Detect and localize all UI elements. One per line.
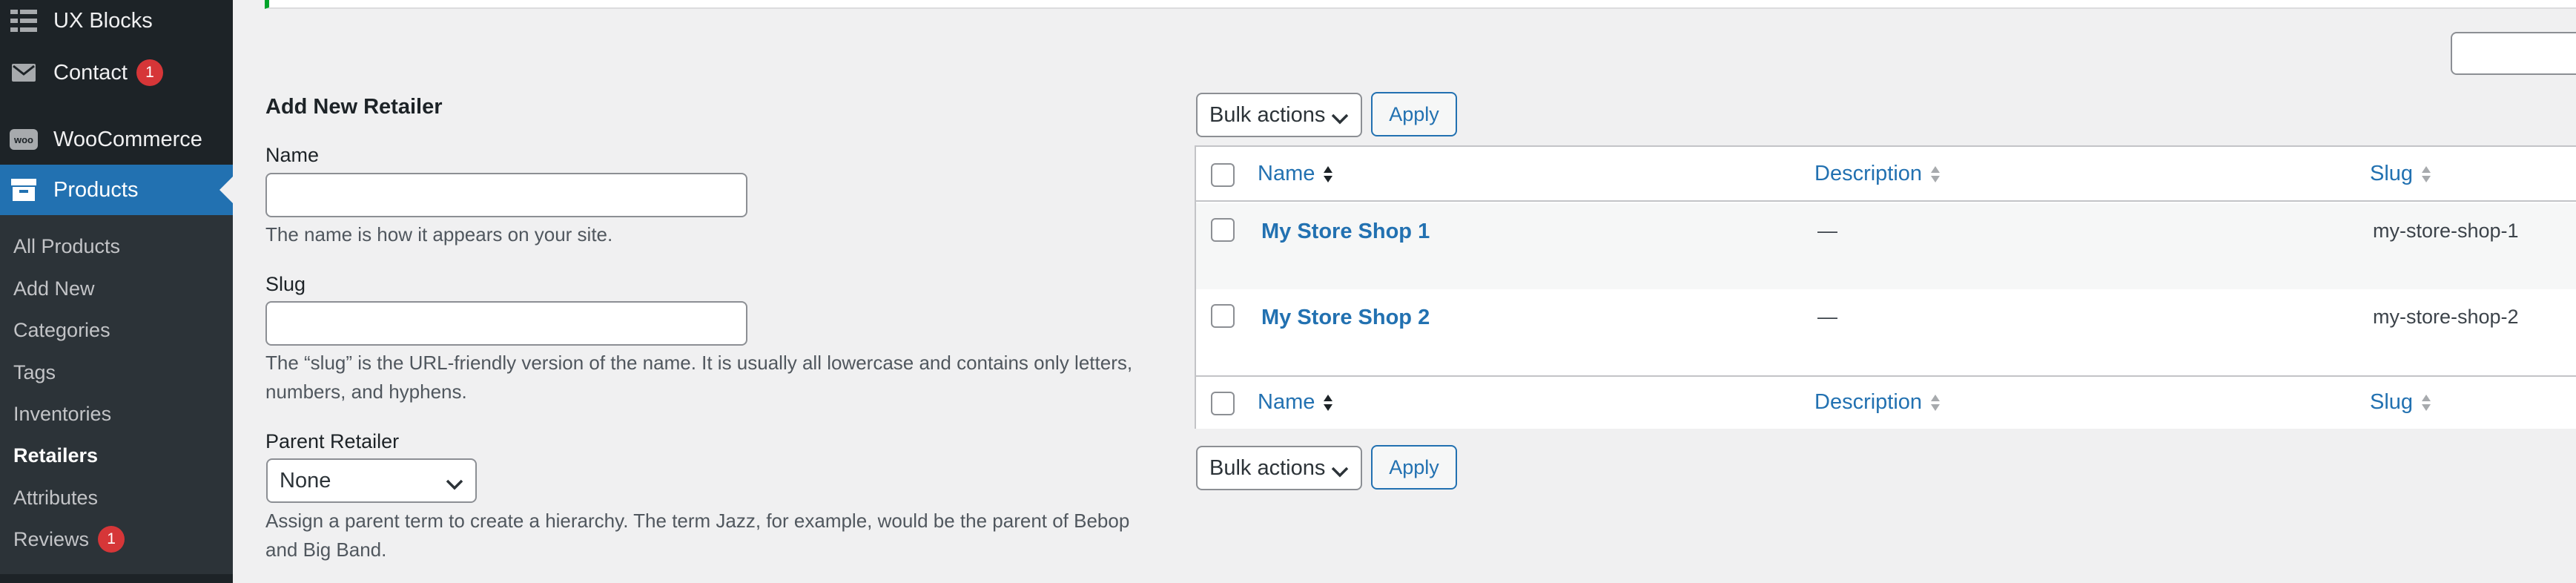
menu-item-products[interactable]: Products: [0, 165, 233, 215]
menu-item-label: WooCommerce: [53, 127, 202, 151]
column-header-name[interactable]: Name: [1258, 162, 1334, 186]
submenu-item-all-products[interactable]: All Products: [13, 228, 120, 265]
menu-item-contact[interactable]: Contact 1: [0, 47, 233, 98]
grid-icon: [9, 6, 39, 36]
column-header-slug[interactable]: Slug: [2370, 162, 2432, 186]
submenu-item-categories[interactable]: Categories: [13, 312, 110, 349]
bulk-actions-select-bottom[interactable]: Bulk actions: [1196, 446, 1362, 490]
name-label: Name: [265, 144, 320, 166]
sort-icon: [1324, 165, 1333, 182]
table-row: My Store Shop 1 — my-store-shop-1: [1196, 203, 2576, 289]
menu-item-label: Products: [53, 177, 139, 202]
chevron-down-icon: [1330, 108, 1350, 125]
chevron-down-icon: [1330, 461, 1350, 478]
parent-label: Parent Retailer: [265, 430, 400, 452]
form-title: Add New Retailer: [265, 95, 443, 119]
menu-item-woocommerce[interactable]: woo WooCommerce: [0, 114, 233, 165]
column-header-label: Name: [1258, 390, 1315, 414]
archive-icon: [9, 175, 39, 205]
submenu-item-retailers[interactable]: Retailers: [13, 437, 98, 474]
submenu-item-reviews[interactable]: Reviews 1: [13, 521, 125, 558]
apply-button-top[interactable]: Apply: [1371, 92, 1457, 136]
slug-label: Slug: [265, 273, 306, 295]
sort-icon: [2422, 165, 2431, 182]
row-checkbox[interactable]: [1211, 304, 1235, 328]
search-input[interactable]: [2451, 32, 2576, 75]
column-footer-name[interactable]: Name: [1258, 390, 1334, 415]
submenu-item-add-new[interactable]: Add New: [13, 270, 95, 307]
menu-item-label: Contact: [53, 60, 128, 85]
sort-icon: [1324, 394, 1333, 411]
notification-badge: 1: [136, 59, 163, 86]
submenu-item-label: Reviews: [13, 527, 90, 550]
submenu-item-tags[interactable]: Tags: [13, 354, 56, 391]
chevron-down-icon: [444, 473, 465, 490]
row-description: —: [1817, 220, 1837, 242]
table-header: Name Description Slug: [1196, 147, 2576, 202]
name-field[interactable]: [265, 173, 747, 217]
table-footer: Name Description Slug: [1196, 375, 2576, 429]
column-header-description[interactable]: Description: [1814, 162, 1941, 186]
row-name-link[interactable]: My Store Shop 1: [1261, 220, 1430, 244]
woo-icon: woo: [9, 125, 39, 154]
svg-text:woo: woo: [13, 134, 33, 145]
row-slug: my-store-shop-2: [2373, 306, 2519, 328]
bulk-actions-select-top[interactable]: Bulk actions: [1196, 93, 1362, 137]
sort-icon: [1931, 165, 1941, 182]
parent-select-value: None: [280, 468, 331, 493]
slug-field[interactable]: [265, 301, 747, 346]
column-footer-description[interactable]: Description: [1814, 390, 1941, 415]
select-all-checkbox[interactable]: [1211, 163, 1235, 187]
row-checkbox[interactable]: [1211, 218, 1235, 242]
notification-badge: 1: [98, 526, 125, 553]
table-row: My Store Shop 2 — my-store-shop-2: [1196, 289, 2576, 375]
column-header-label: Slug: [2370, 390, 2414, 414]
slug-help-text: The “slug” is the URL-friendly version o…: [265, 352, 1133, 403]
bulk-actions-label: Bulk actions: [1209, 102, 1326, 127]
menu-item-label: UX Blocks: [53, 8, 153, 33]
menu-item-ux-blocks[interactable]: UX Blocks: [0, 0, 233, 46]
admin-notice: [265, 0, 2576, 9]
submenu-item-inventories[interactable]: Inventories: [13, 395, 111, 432]
mail-icon: [9, 58, 39, 88]
admin-sidebar: UX Blocks Contact 1 woo WooCommerce Prod…: [0, 0, 233, 583]
name-help-text: The name is how it appears on your site.: [265, 223, 613, 246]
parent-help-text: Assign a parent term to create a hierarc…: [265, 510, 1130, 561]
apply-button-bottom[interactable]: Apply: [1371, 445, 1457, 490]
row-name-link[interactable]: My Store Shop 2: [1261, 306, 1430, 330]
column-header-label: Name: [1258, 162, 1315, 185]
submenu-item-attributes[interactable]: Attributes: [13, 479, 98, 516]
column-header-label: Description: [1814, 162, 1923, 185]
sort-icon: [2422, 394, 2431, 411]
bulk-actions-label: Bulk actions: [1209, 455, 1326, 480]
sort-icon: [1931, 394, 1941, 411]
column-header-label: Description: [1814, 390, 1923, 414]
select-all-checkbox[interactable]: [1211, 392, 1235, 415]
parent-select[interactable]: None: [266, 458, 477, 503]
products-submenu: All Products Add New Categories Tags Inv…: [0, 215, 233, 574]
retailers-table: Name Description Slug My Store Shop 1 — …: [1195, 145, 2576, 429]
column-header-label: Slug: [2370, 162, 2414, 185]
row-slug: my-store-shop-1: [2373, 220, 2519, 242]
column-footer-slug[interactable]: Slug: [2370, 390, 2432, 415]
row-description: —: [1817, 306, 1837, 328]
